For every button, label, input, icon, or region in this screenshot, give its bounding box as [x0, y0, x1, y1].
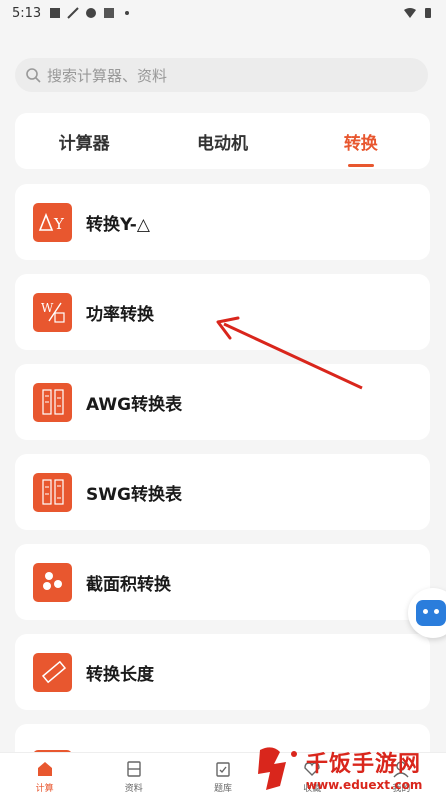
- card-label: 转换Y-△: [86, 214, 150, 235]
- cross-section-icon: [33, 562, 72, 602]
- tab-conversion[interactable]: 转换: [292, 113, 430, 169]
- search-icon: [26, 68, 41, 83]
- dot-icon: [125, 11, 130, 15]
- card-delta-y[interactable]: Y 转换Y-△: [15, 184, 430, 260]
- watermark-title: 千饭手游网: [306, 752, 422, 777]
- card-cross-section[interactable]: 截面积转换: [15, 544, 430, 620]
- tab-motor[interactable]: 电动机: [153, 113, 291, 169]
- nav-materials[interactable]: 资料: [89, 753, 178, 801]
- watermark-logo-icon: [258, 747, 297, 790]
- card-label: 功率转换: [86, 304, 154, 325]
- search-bar[interactable]: 搜索计算器、资料: [15, 58, 428, 92]
- assistant-bot-button[interactable]: [408, 588, 446, 638]
- nav-calculate[interactable]: 计算: [0, 753, 89, 801]
- battery-icon: [425, 8, 431, 18]
- card-swg-table[interactable]: SWG转换表: [15, 454, 430, 530]
- nav-label: 题库: [214, 784, 233, 794]
- watermark-url: www.eduext.com: [306, 778, 423, 792]
- tab-calculator[interactable]: 计算器: [15, 113, 153, 169]
- sync-icon: [86, 8, 97, 18]
- home-icon: [37, 762, 52, 776]
- power-wa-icon: W: [33, 292, 72, 332]
- card-awg-table[interactable]: AWG转换表: [15, 364, 430, 440]
- image-icon: [50, 8, 61, 18]
- category-tabs: 计算器 电动机 转换: [15, 113, 430, 169]
- book-icon: [127, 761, 141, 777]
- status-bar: 5:13: [0, 0, 446, 26]
- card-power-conversion[interactable]: W 功率转换: [15, 274, 430, 350]
- card-length-conversion[interactable]: 转换长度: [15, 634, 430, 710]
- signal-off-icon: [67, 7, 79, 19]
- app-icon: [104, 8, 115, 18]
- card-label: SWG转换表: [86, 484, 182, 505]
- nav-label: 资料: [124, 784, 143, 794]
- card-label: 转换长度: [86, 664, 154, 685]
- clipboard-icon: [216, 762, 230, 777]
- ruler-icon: [33, 652, 72, 692]
- card-label: 截面积转换: [86, 574, 171, 595]
- robot-icon: [416, 600, 446, 626]
- swg-ruler-icon: [33, 472, 72, 512]
- card-label: AWG转换表: [86, 394, 183, 415]
- wifi-icon: [404, 8, 416, 18]
- delta-y-icon: Y: [33, 202, 72, 242]
- svg-text:Y: Y: [53, 215, 65, 232]
- search-placeholder: 搜索计算器、资料: [47, 66, 168, 85]
- watermark: 千饭手游网 www.eduext.com: [250, 740, 446, 798]
- svg-text:W: W: [41, 301, 54, 315]
- nav-label: 计算: [35, 784, 54, 794]
- status-time: 5:13: [12, 5, 42, 21]
- awg-ruler-icon: [33, 382, 72, 422]
